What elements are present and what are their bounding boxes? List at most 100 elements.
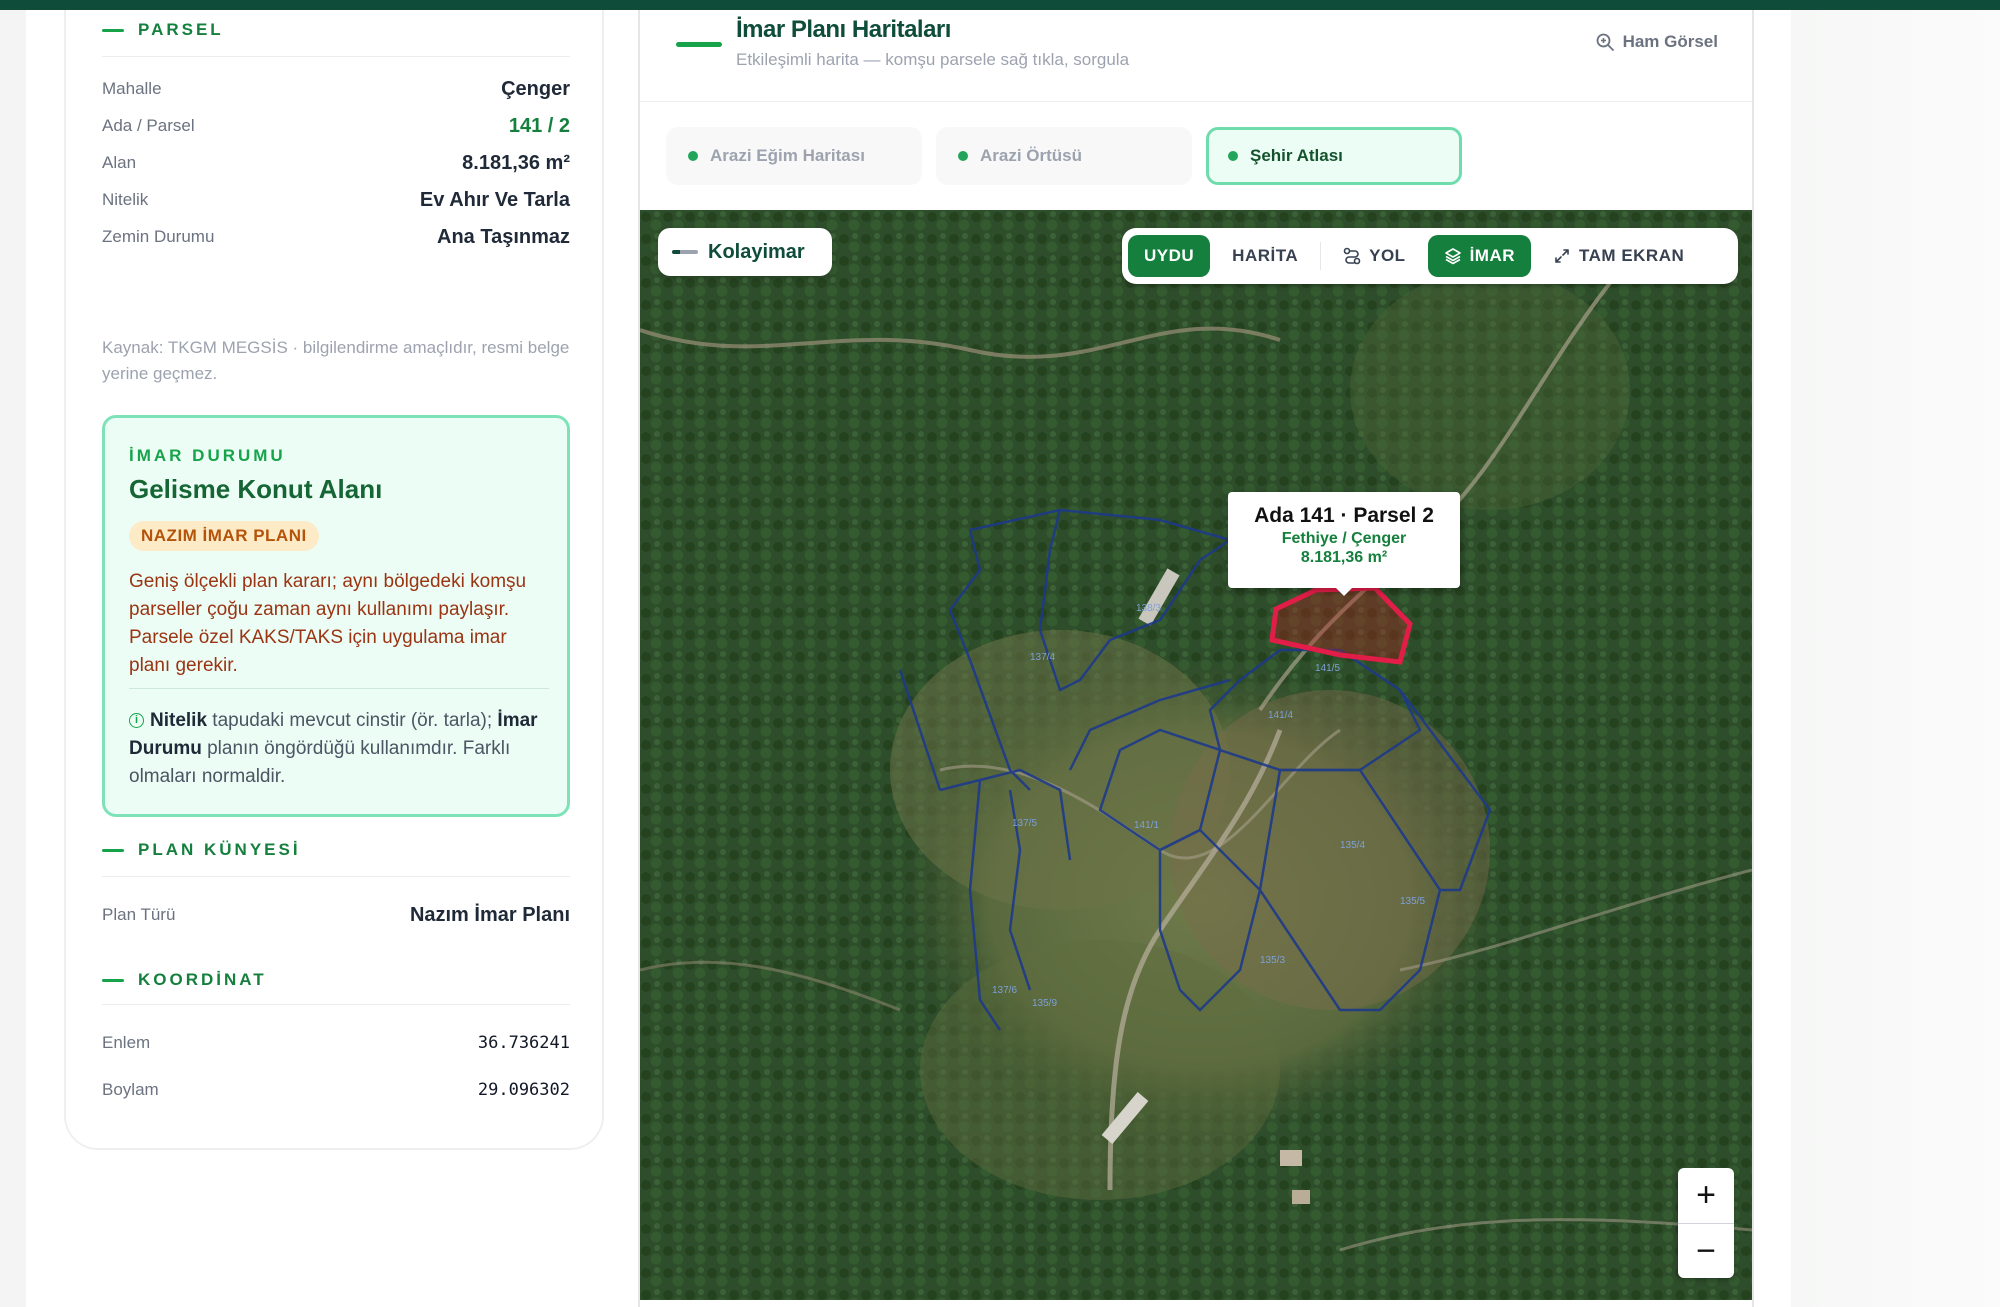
info-row-ada-parsel: Ada / Parsel 141 / 2 — [102, 111, 570, 141]
row-value: Çenger — [501, 77, 570, 100]
row-value: 36.736241 — [477, 1033, 570, 1053]
route-icon — [1343, 247, 1361, 265]
tab-arazi-ortusu[interactable]: Arazi Örtüsü — [936, 127, 1192, 185]
parcel-popup: Ada 141 · Parsel 2 Fethiye / Çenger 8.18… — [1228, 492, 1460, 596]
imar-layer-button[interactable]: İMAR — [1427, 235, 1532, 277]
parcel-label: 137/5 — [1012, 818, 1038, 829]
kolayimar-logo: Kolayimar — [658, 228, 832, 276]
tab-label: Arazi Örtüsü — [980, 146, 1083, 165]
map-panel-title: İmar Planı Haritaları — [736, 16, 951, 43]
tab-label: Arazi Eğim Haritası — [710, 146, 865, 165]
imar-status-box: İMAR DURUMU Gelisme Konut Alanı NAZIM İM… — [102, 415, 570, 817]
row-key: Ada / Parsel — [102, 116, 195, 135]
raw-image-button[interactable]: Ham Görsel — [1595, 32, 1718, 52]
heading-dash — [102, 28, 124, 32]
row-value: Ev Ahır Ve Tarla — [419, 188, 570, 211]
imar-description: Geniş ölçekli plan kararı; aynı bölgedek… — [129, 571, 527, 676]
info-row-enlem: Enlem 36.736241 — [102, 1028, 570, 1058]
imar-note: i Nitelik tapudaki mevcut cinstir (ör. ta… — [129, 707, 549, 791]
divider — [102, 1004, 570, 1005]
button-label: İMAR — [1469, 246, 1516, 265]
row-key: Boylam — [102, 1080, 159, 1099]
parcel-label: 141/4 — [1268, 710, 1294, 721]
row-key: Nitelik — [102, 190, 149, 209]
map-toggle-button[interactable]: HARİTA — [1216, 235, 1314, 277]
divider — [129, 688, 549, 689]
popup-location: Fethiye / Çenger — [1281, 530, 1407, 547]
raw-image-label: Ham Görsel — [1622, 32, 1718, 51]
map-panel-header: İmar Planı Haritaları Etkileşimli harita… — [640, 10, 1752, 102]
map-panel: İmar Planı Haritaları Etkileşimli harita… — [638, 10, 1754, 1307]
row-value: Ana Taşınmaz — [437, 225, 570, 248]
note-text: tapudaki mevcut cinstir (ör. tarla); — [207, 710, 498, 731]
popup-title: Ada 141 · Parsel 2 — [1254, 504, 1434, 527]
info-row-alan: Alan 8.181,36 m² — [102, 148, 570, 178]
info-row-plan-turu: Plan Türü Nazım İmar Planı — [102, 900, 570, 930]
row-key: Zemin Durumu — [102, 227, 215, 246]
layers-icon — [1444, 248, 1461, 265]
note-term: Nitelik — [150, 710, 208, 731]
tab-sehir-atlasi[interactable]: Şehir Atlası — [1206, 127, 1462, 185]
coord-heading-text: KOORDİNAT — [138, 970, 267, 989]
fullscreen-button[interactable]: TAM EKRAN — [1537, 235, 1700, 277]
tab-dot — [688, 151, 698, 161]
parcel-info-card: PARSEL Mahalle Çenger Ada / Parsel 141 /… — [64, 10, 604, 1150]
satellite-map[interactable]: 138/3 137/4 141/5 141/4 137/5 141/1 135/… — [640, 210, 1752, 1300]
info-row-mahalle: Mahalle Çenger — [102, 74, 570, 104]
parcel-label: 135/5 — [1400, 896, 1426, 907]
source-note: Kaynak: TKGM MEGSİS · bilgilendirme amaç… — [102, 338, 570, 383]
info-row-zemin: Zemin Durumu Ana Taşınmaz — [102, 222, 570, 252]
zoom-out-button[interactable]: − — [1678, 1223, 1734, 1278]
map-imagery — [640, 210, 1752, 1300]
tab-arazi-egim[interactable]: Arazi Eğim Haritası — [666, 127, 922, 185]
tab-label: Şehir Atlası — [1250, 146, 1343, 165]
road-toggle-button[interactable]: YOL — [1327, 235, 1421, 277]
top-accent-bar — [0, 0, 2000, 10]
popup-area: 8.181,36 m² — [1300, 549, 1388, 566]
map-panel-subtitle: Etkileşimli harita — komşu parsele sağ t… — [736, 50, 1130, 69]
parcel-label: 135/3 — [1260, 955, 1286, 966]
parcel-label: 141/5 — [1315, 663, 1341, 674]
satellite-toggle-button[interactable]: UYDU — [1128, 235, 1211, 277]
row-key: Alan — [102, 153, 137, 172]
button-label: YOL — [1369, 246, 1406, 265]
plan-type-badge: NAZIM İMAR PLANI — [129, 521, 319, 551]
divider — [102, 56, 570, 57]
row-value: 29.096302 — [477, 1080, 570, 1100]
toolbar-separator — [1320, 242, 1322, 270]
tab-dot — [1228, 151, 1238, 161]
parcel-label: 141/1 — [1134, 820, 1160, 831]
brand-name: Kolayimar — [708, 240, 805, 263]
parcel-label: 135/9 — [1032, 998, 1058, 1009]
expand-icon — [1555, 249, 1569, 263]
right-margin — [1791, 10, 2000, 1307]
parcel-label: 137/4 — [1030, 652, 1056, 663]
tab-dot — [958, 151, 968, 161]
button-label: TAM EKRAN — [1579, 246, 1685, 265]
heading-dash — [102, 848, 124, 852]
parcel-heading-text: PARSEL — [138, 20, 224, 39]
parcel-label: 138/3 — [1136, 603, 1162, 614]
row-key: Plan Türü — [102, 905, 176, 924]
button-label: HARİTA — [1232, 246, 1299, 265]
row-key: Mahalle — [102, 79, 162, 98]
imar-title: Gelisme Konut Alanı — [129, 474, 383, 504]
row-value: Nazım İmar Planı — [409, 903, 570, 926]
zoom-icon — [1596, 33, 1614, 51]
plan-heading-text: PLAN KÜNYESİ — [138, 840, 301, 859]
heading-dash — [102, 978, 124, 982]
info-row-boylam: Boylam 29.096302 — [102, 1075, 570, 1105]
zoom-in-button[interactable]: + — [1678, 1168, 1734, 1223]
parcel-label: 135/4 — [1340, 840, 1366, 851]
row-key: Enlem — [102, 1033, 151, 1052]
info-row-nitelik: Nitelik Ev Ahır Ve Tarla — [102, 185, 570, 215]
info-icon: i — [129, 713, 144, 728]
coord-section-heading: KOORDİNAT — [102, 970, 267, 990]
divider — [102, 876, 570, 877]
parcel-section-heading: PARSEL — [102, 20, 224, 40]
row-value: 141 / 2 — [508, 114, 570, 137]
button-label: UYDU — [1144, 246, 1195, 265]
zoom-control: + − — [1678, 1168, 1734, 1278]
row-value: 8.181,36 m² — [462, 151, 570, 174]
imar-eyebrow: İMAR DURUMU — [129, 446, 286, 465]
